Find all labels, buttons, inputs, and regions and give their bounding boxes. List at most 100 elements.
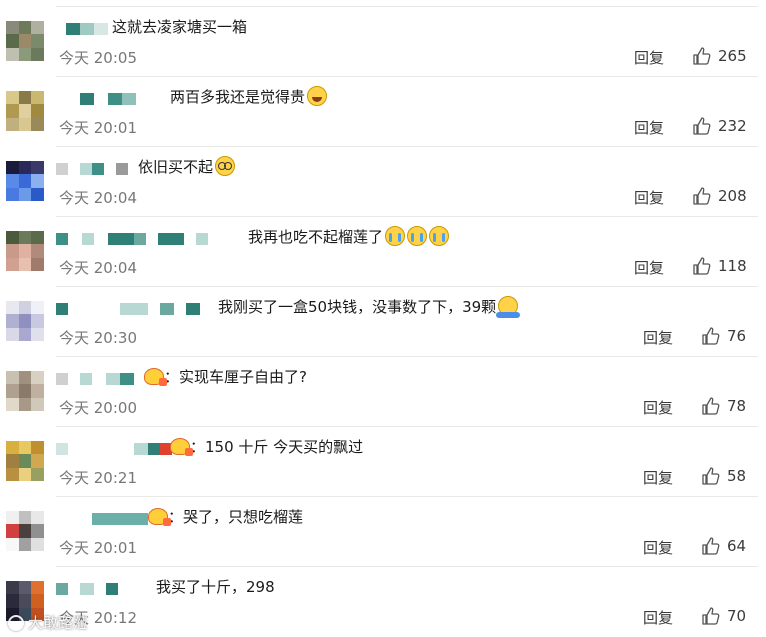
crying-emoji-icon (407, 226, 428, 246)
reply-button[interactable]: 回复 (634, 258, 664, 278)
laughing-emoji-icon (307, 86, 328, 106)
reply-button[interactable]: 回复 (643, 608, 673, 628)
comment-item: 依旧买不起 今天 20:04 回复 208 (0, 147, 766, 217)
comment-time: 今天 20:01 (59, 119, 137, 137)
like-count: 208 (718, 187, 747, 205)
comment-time: 今天 20:21 (59, 469, 137, 487)
like-button[interactable]: 78 (701, 396, 746, 416)
watermark-logo-icon (8, 614, 24, 631)
comment-text: 依旧买不起 (138, 155, 236, 179)
comment-time: 今天 20:00 (59, 399, 137, 417)
comment-text-body: 两百多我还是觉得贵 (170, 88, 306, 106)
comment-item: ：实现车厘子自由了? 今天 20:00 回复 78 (0, 357, 766, 427)
comment-text-body: ：150 十斤 今天买的飘过 (190, 438, 364, 456)
avatar[interactable] (6, 161, 44, 201)
reply-button[interactable]: 回复 (643, 468, 673, 488)
like-count: 118 (718, 257, 747, 275)
comment-text-body: ：哭了，只想吃榴莲 (168, 508, 304, 526)
comment-text: 这就去凌家塘买一箱 (112, 15, 247, 39)
avatar[interactable] (6, 371, 44, 411)
vip-badge-icon (148, 508, 171, 526)
comment-text: 我刚买了一盒50块钱，没事数了下，39颗 (218, 295, 521, 319)
like-count: 76 (727, 327, 747, 345)
username-pixelated[interactable] (56, 302, 200, 316)
comment-text-body: 我再也吃不起榴莲了 (248, 228, 384, 246)
like-button[interactable]: 76 (701, 326, 746, 346)
comment-text-body: ：实现车厘子自由了? (164, 368, 307, 386)
comment-text-body: 我买了十斤，298 (156, 578, 275, 596)
like-button[interactable]: 118 (692, 256, 747, 276)
reply-button[interactable]: 回复 (634, 118, 664, 138)
username-pixelated[interactable] (66, 22, 108, 36)
avatar[interactable] (6, 441, 44, 481)
glasses-emoji-icon (215, 156, 236, 176)
comment-time: 今天 20:04 (59, 259, 137, 277)
thumbs-up-icon (693, 257, 711, 275)
shrug-emoji-icon (496, 296, 521, 318)
reply-button[interactable]: 回复 (643, 398, 673, 418)
comment-item: 这就去凌家塘买一箱 今天 20:05 回复 265 (0, 7, 766, 77)
comment-item: 两百多我还是觉得贵 今天 20:01 回复 232 (0, 77, 766, 147)
reply-button[interactable]: 回复 (643, 538, 673, 558)
username-pixelated[interactable] (56, 372, 134, 386)
comment-text-body: 依旧买不起 (138, 158, 214, 176)
comment-item: 我再也吃不起榴莲了 今天 20:04 回复 118 (0, 217, 766, 287)
reply-button[interactable]: 回复 (643, 328, 673, 348)
comment-text: 我买了十斤，298 (156, 575, 275, 599)
like-count: 265 (718, 47, 747, 65)
comment-time: 今天 20:30 (59, 329, 137, 347)
like-button[interactable]: 232 (692, 116, 747, 136)
thumbs-up-icon (702, 607, 720, 625)
username-pixelated[interactable] (56, 162, 128, 176)
username-pixelated[interactable] (56, 582, 118, 596)
thumbs-up-icon (702, 537, 720, 555)
comment-text: 两百多我还是觉得贵 (170, 85, 328, 109)
like-button[interactable]: 64 (701, 536, 746, 556)
thumbs-up-icon (693, 117, 711, 135)
comment-text-body: 这就去凌家塘买一箱 (112, 18, 248, 36)
vip-badge-icon (170, 438, 193, 456)
comment-text: 我再也吃不起榴莲了 (248, 225, 450, 249)
username-pixelated[interactable] (80, 92, 136, 106)
avatar[interactable] (6, 91, 44, 131)
like-button[interactable]: 58 (701, 466, 746, 486)
comment-item: ：哭了，只想吃榴莲 今天 20:01 回复 64 (0, 497, 766, 567)
comment-time: 今天 20:04 (59, 189, 137, 207)
reply-button[interactable]: 回复 (634, 188, 664, 208)
thumbs-up-icon (702, 397, 720, 415)
comment-text: ：实现车厘子自由了? (144, 365, 307, 389)
like-count: 58 (727, 467, 747, 485)
comment-text-body: 我刚买了一盒50块钱，没事数了下，39颗 (218, 298, 497, 316)
crying-emoji-icon (429, 226, 450, 246)
like-count: 64 (727, 537, 747, 555)
avatar[interactable] (6, 21, 44, 61)
comment-item: 我刚买了一盒50块钱，没事数了下，39颗 今天 20:30 回复 76 (0, 287, 766, 357)
watermark: 大敢路蒞 (8, 612, 88, 633)
thumbs-up-icon (693, 47, 711, 65)
comment-time: 今天 20:01 (59, 539, 137, 557)
username-pixelated[interactable] (56, 442, 172, 456)
comment-item: ：150 十斤 今天买的飘过 今天 20:21 回复 58 (0, 427, 766, 497)
thumbs-up-icon (702, 327, 720, 345)
avatar[interactable] (6, 231, 44, 271)
vip-badge-icon (144, 368, 167, 386)
avatar[interactable] (6, 301, 44, 341)
comment-text: ：哭了，只想吃榴莲 (148, 505, 303, 529)
thumbs-up-icon (702, 467, 720, 485)
reply-button[interactable]: 回复 (634, 48, 664, 68)
like-count: 78 (727, 397, 747, 415)
crying-emoji-icon (385, 226, 406, 246)
like-button[interactable]: 70 (701, 606, 746, 626)
like-button[interactable]: 208 (692, 186, 747, 206)
avatar[interactable] (6, 511, 44, 551)
like-count: 70 (727, 607, 747, 625)
like-button[interactable]: 265 (692, 46, 747, 66)
comment-item: 我买了十斤，298 今天 20:12 回复 70 (0, 567, 766, 637)
thumbs-up-icon (693, 187, 711, 205)
username-pixelated[interactable] (56, 232, 208, 246)
comment-text: ：150 十斤 今天买的飘过 (170, 435, 363, 459)
like-count: 232 (718, 117, 747, 135)
username-pixelated[interactable] (92, 512, 148, 526)
comment-time: 今天 20:05 (59, 49, 137, 67)
watermark-text: 大敢路蒞 (28, 614, 89, 632)
